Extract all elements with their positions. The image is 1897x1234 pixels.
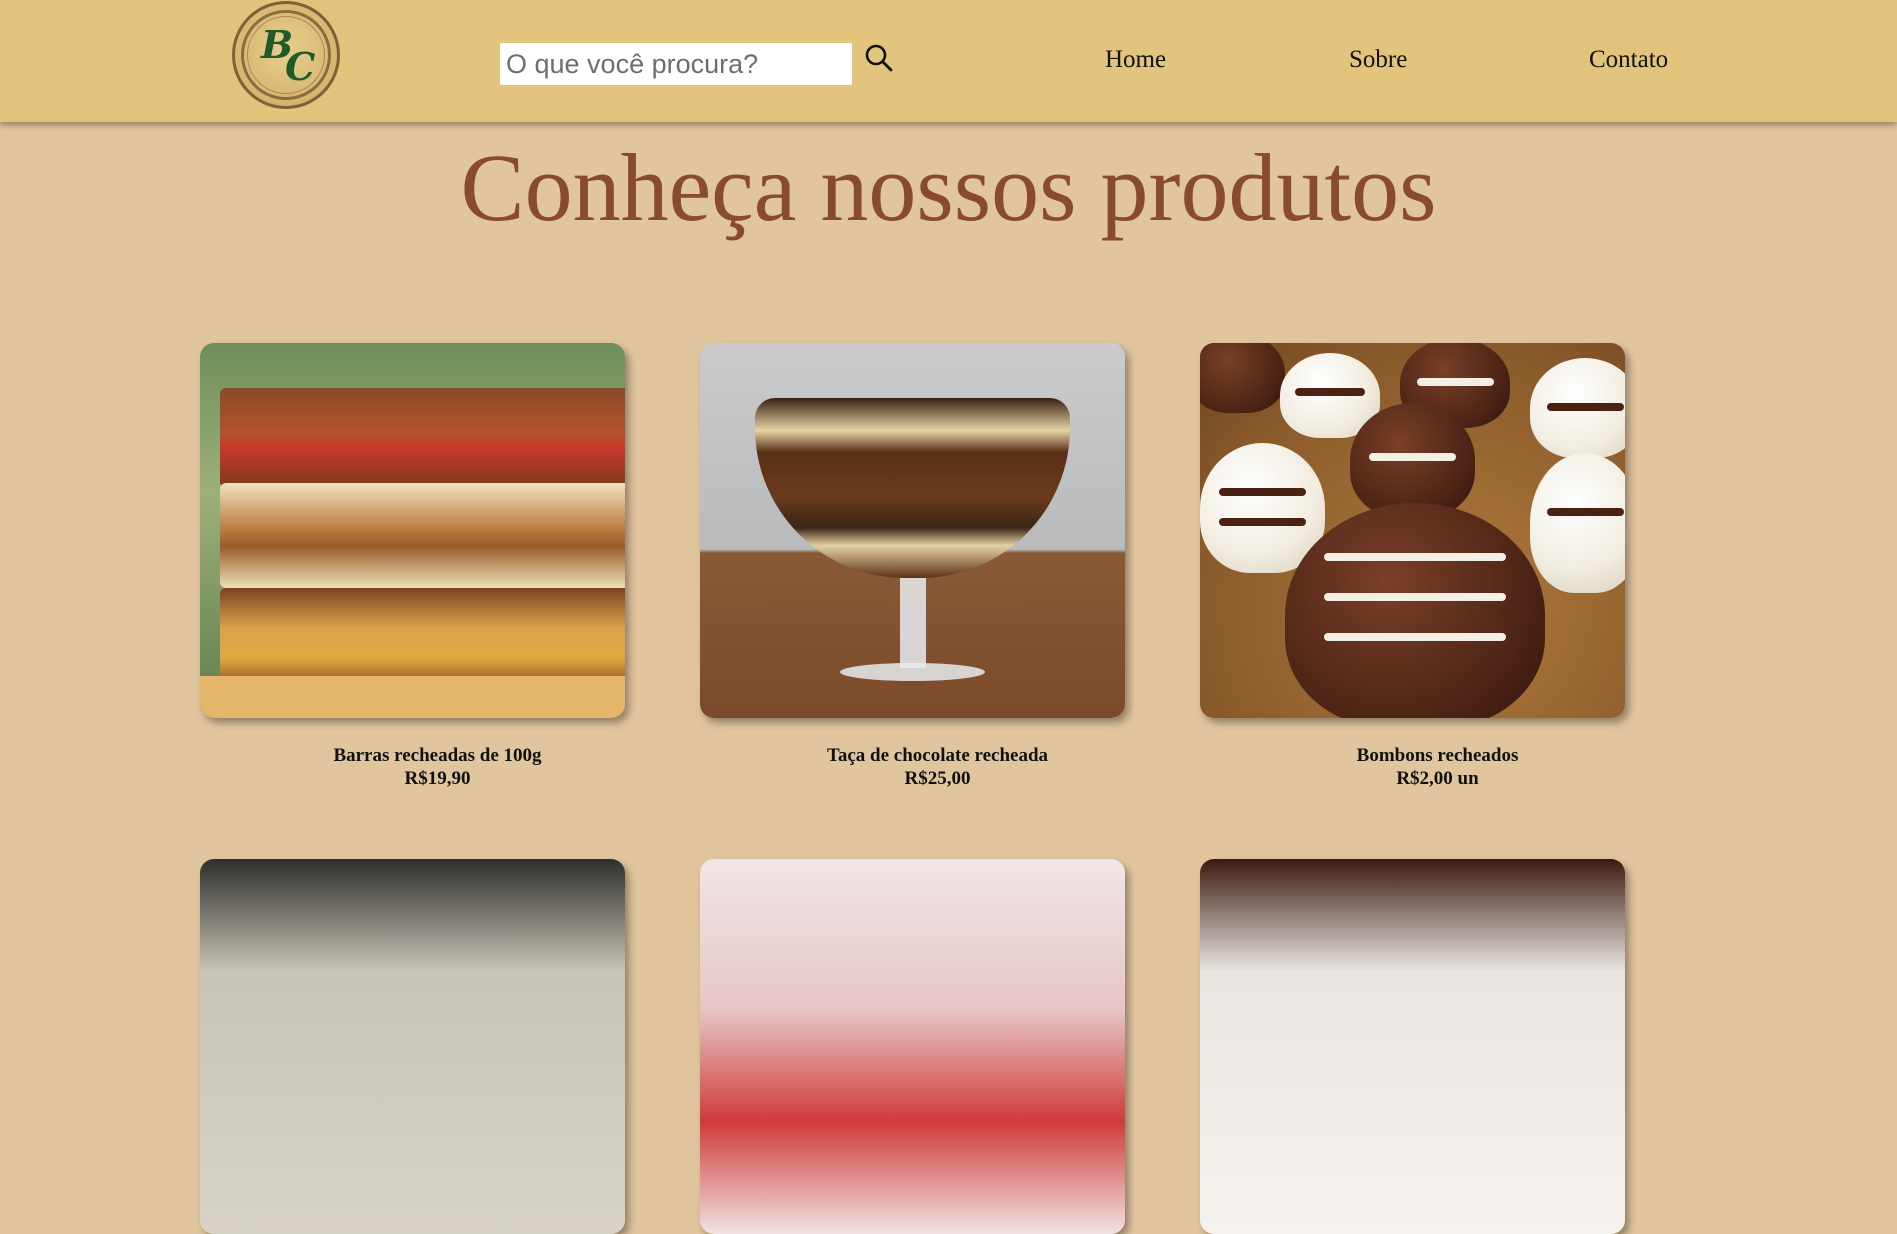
logo-letter-c: C	[285, 44, 316, 89]
product-card[interactable]	[200, 859, 625, 1234]
product-caption: Barras recheadas de 100g R$19,90	[200, 744, 625, 790]
product-card[interactable]: Bombons recheados R$2,00 un	[1200, 343, 1625, 790]
chocolate-box-image[interactable]	[200, 859, 625, 1234]
strawberry-dessert-image[interactable]	[700, 859, 1125, 1234]
glass-foot	[840, 663, 985, 681]
bonbon	[1530, 453, 1625, 593]
product-price: R$25,00	[904, 768, 971, 789]
product-name: Taça de chocolate recheada	[826, 745, 1049, 766]
glass-stem	[900, 578, 926, 668]
search-icon[interactable]	[864, 43, 894, 73]
product-caption: Taça de chocolate recheada R$25,00	[700, 744, 1125, 790]
brand-logo[interactable]: B C	[232, 1, 340, 109]
product-caption: Bombons recheados R$2,00 un	[1200, 744, 1625, 790]
site-header: B C Home Sobre Contato	[0, 0, 1897, 122]
nav-sobre-link[interactable]: Sobre	[1349, 45, 1407, 75]
bonbon	[1350, 403, 1475, 518]
product-name: Barras recheadas de 100g	[333, 745, 542, 766]
bar-layer	[220, 588, 625, 688]
cookies-plate-image[interactable]	[1200, 859, 1625, 1234]
product-name: Bombons recheados	[1356, 745, 1519, 766]
product-card[interactable]: Barras recheadas de 100g R$19,90	[200, 343, 625, 790]
product-card[interactable]	[1200, 859, 1625, 1234]
bonbon	[1530, 358, 1625, 458]
search-input[interactable]	[500, 43, 852, 85]
dessert-bowl	[755, 398, 1070, 578]
product-card[interactable]: Taça de chocolate recheada R$25,00	[700, 343, 1125, 790]
wood-board	[200, 676, 625, 718]
page-title: Conheça nossos produtos	[460, 134, 1437, 241]
product-price: R$19,90	[404, 768, 471, 789]
bar-layer	[220, 483, 625, 588]
chocolate-cup-image[interactable]	[700, 343, 1125, 718]
nav-home-link[interactable]: Home	[1105, 45, 1166, 75]
bonbons-image[interactable]	[1200, 343, 1625, 718]
nav-contato-link[interactable]: Contato	[1589, 45, 1668, 75]
chocolate-bars-image[interactable]	[200, 343, 625, 718]
bonbon	[1285, 503, 1545, 718]
product-price: R$2,00 un	[1396, 768, 1479, 789]
bar-layer	[220, 388, 625, 488]
bonbon	[1200, 343, 1285, 413]
product-card[interactable]	[700, 859, 1125, 1234]
